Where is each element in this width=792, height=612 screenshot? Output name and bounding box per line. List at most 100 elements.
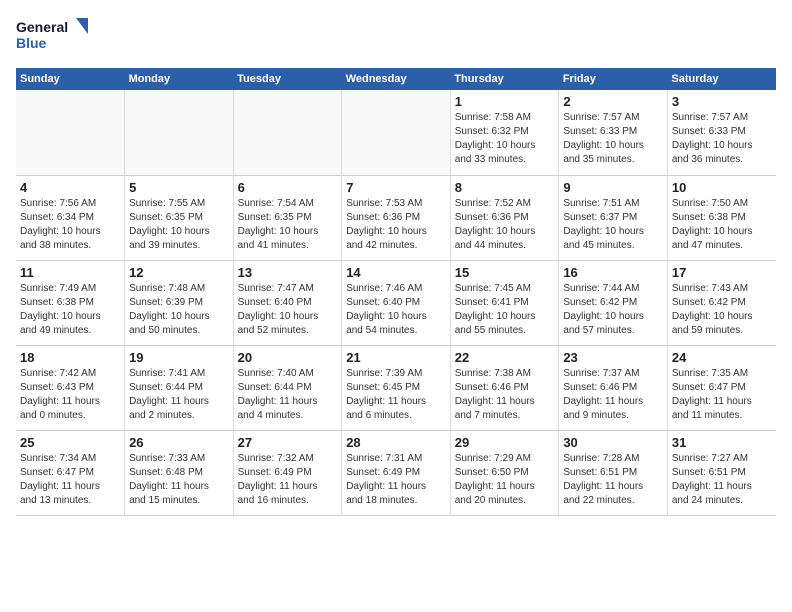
calendar-cell: 23 Sunrise: 7:37 AMSunset: 6:46 PMDayligh… bbox=[559, 345, 668, 430]
day-info: Sunrise: 7:51 AMSunset: 6:37 PMDaylight:… bbox=[563, 197, 663, 253]
calendar-cell: 10 Sunrise: 7:50 AMSunset: 6:38 PMDayligh… bbox=[667, 175, 776, 260]
day-number: 20 bbox=[238, 350, 338, 365]
calendar-cell bbox=[16, 90, 125, 175]
calendar-cell: 20Sunrise: 7:40 AMSunset: 6:44 PMDayligh… bbox=[233, 345, 342, 430]
day-info: Sunrise: 7:31 AMSunset: 6:49 PMDaylight:… bbox=[346, 452, 446, 508]
day-info: Sunrise: 7:47 AMSunset: 6:40 PMDaylight:… bbox=[238, 282, 338, 338]
logo-icon: GeneralBlue bbox=[16, 16, 96, 56]
day-info: Sunrise: 7:57 AMSunset: 6:33 PMDaylight:… bbox=[563, 111, 663, 167]
day-info: Sunrise: 7:50 AMSunset: 6:38 PMDaylight:… bbox=[672, 197, 772, 253]
day-info: Sunrise: 7:38 AMSunset: 6:46 PMDaylight:… bbox=[455, 367, 555, 423]
calendar-cell: 8 Sunrise: 7:52 AMSunset: 6:36 PMDaylight… bbox=[450, 175, 559, 260]
calendar-cell: 2 Sunrise: 7:57 AMSunset: 6:33 PMDaylight… bbox=[559, 90, 668, 175]
day-number: 21 bbox=[346, 350, 446, 365]
calendar-cell: 18Sunrise: 7:42 AMSunset: 6:43 PMDayligh… bbox=[16, 345, 125, 430]
day-number: 15 bbox=[455, 265, 555, 280]
day-number: 27 bbox=[238, 435, 338, 450]
day-info: Sunrise: 7:43 AMSunset: 6:42 PMDaylight:… bbox=[672, 282, 772, 338]
day-number: 2 bbox=[563, 94, 663, 109]
day-info: Sunrise: 7:32 AMSunset: 6:49 PMDaylight:… bbox=[238, 452, 338, 508]
calendar-cell bbox=[233, 90, 342, 175]
calendar-cell bbox=[125, 90, 234, 175]
day-info: Sunrise: 7:33 AMSunset: 6:48 PMDaylight:… bbox=[129, 452, 229, 508]
calendar-cell: 27 Sunrise: 7:32 AMSunset: 6:49 PMDayligh… bbox=[233, 430, 342, 515]
day-info: Sunrise: 7:29 AMSunset: 6:50 PMDaylight:… bbox=[455, 452, 555, 508]
week-row-4: 18Sunrise: 7:42 AMSunset: 6:43 PMDayligh… bbox=[16, 345, 776, 430]
day-number: 16 bbox=[563, 265, 663, 280]
calendar-cell: 25Sunrise: 7:34 AMSunset: 6:47 PMDayligh… bbox=[16, 430, 125, 515]
day-info: Sunrise: 7:48 AMSunset: 6:39 PMDaylight:… bbox=[129, 282, 229, 338]
header-day-friday: Friday bbox=[559, 68, 668, 90]
header-day-monday: Monday bbox=[125, 68, 234, 90]
calendar-cell: 3Sunrise: 7:57 AMSunset: 6:33 PMDaylight… bbox=[667, 90, 776, 175]
day-number: 11 bbox=[20, 265, 120, 280]
day-info: Sunrise: 7:27 AMSunset: 6:51 PMDaylight:… bbox=[672, 452, 772, 508]
calendar-cell: 4 Sunrise: 7:56 AMSunset: 6:34 PMDaylight… bbox=[16, 175, 125, 260]
calendar-cell: 7 Sunrise: 7:53 AMSunset: 6:36 PMDaylight… bbox=[342, 175, 451, 260]
day-number: 12 bbox=[129, 265, 229, 280]
calendar-cell: 28 Sunrise: 7:31 AMSunset: 6:49 PMDayligh… bbox=[342, 430, 451, 515]
day-number: 10 bbox=[672, 180, 772, 195]
day-info: Sunrise: 7:53 AMSunset: 6:36 PMDaylight:… bbox=[346, 197, 446, 253]
day-number: 9 bbox=[563, 180, 663, 195]
calendar-cell: 31Sunrise: 7:27 AMSunset: 6:51 PMDayligh… bbox=[667, 430, 776, 515]
calendar-cell: 6 Sunrise: 7:54 AMSunset: 6:35 PMDaylight… bbox=[233, 175, 342, 260]
day-info: Sunrise: 7:37 AMSunset: 6:46 PMDaylight:… bbox=[563, 367, 663, 423]
day-number: 24 bbox=[672, 350, 772, 365]
calendar-header: SundayMondayTuesdayWednesdayThursdayFrid… bbox=[16, 68, 776, 90]
calendar-cell: 30Sunrise: 7:28 AMSunset: 6:51 PMDayligh… bbox=[559, 430, 668, 515]
header-day-saturday: Saturday bbox=[667, 68, 776, 90]
day-number: 14 bbox=[346, 265, 446, 280]
header-day-tuesday: Tuesday bbox=[233, 68, 342, 90]
day-info: Sunrise: 7:54 AMSunset: 6:35 PMDaylight:… bbox=[238, 197, 338, 253]
day-number: 5 bbox=[129, 180, 229, 195]
day-number: 7 bbox=[346, 180, 446, 195]
day-info: Sunrise: 7:42 AMSunset: 6:43 PMDaylight:… bbox=[20, 367, 120, 423]
day-info: Sunrise: 7:49 AMSunset: 6:38 PMDaylight:… bbox=[20, 282, 120, 338]
calendar-table: SundayMondayTuesdayWednesdayThursdayFrid… bbox=[16, 68, 776, 516]
week-row-1: 1Sunrise: 7:58 AMSunset: 6:32 PMDaylight… bbox=[16, 90, 776, 175]
calendar-cell: 13 Sunrise: 7:47 AMSunset: 6:40 PMDayligh… bbox=[233, 260, 342, 345]
week-row-5: 25Sunrise: 7:34 AMSunset: 6:47 PMDayligh… bbox=[16, 430, 776, 515]
calendar-cell: 17 Sunrise: 7:43 AMSunset: 6:42 PMDayligh… bbox=[667, 260, 776, 345]
calendar-cell: 14Sunrise: 7:46 AMSunset: 6:40 PMDayligh… bbox=[342, 260, 451, 345]
day-number: 26 bbox=[129, 435, 229, 450]
day-number: 4 bbox=[20, 180, 120, 195]
day-number: 8 bbox=[455, 180, 555, 195]
calendar-cell: 16 Sunrise: 7:44 AMSunset: 6:42 PMDayligh… bbox=[559, 260, 668, 345]
header-day-thursday: Thursday bbox=[450, 68, 559, 90]
calendar-cell: 24 Sunrise: 7:35 AMSunset: 6:47 PMDayligh… bbox=[667, 345, 776, 430]
day-info: Sunrise: 7:56 AMSunset: 6:34 PMDaylight:… bbox=[20, 197, 120, 253]
calendar-cell: 11 Sunrise: 7:49 AMSunset: 6:38 PMDayligh… bbox=[16, 260, 125, 345]
calendar-cell: 29 Sunrise: 7:29 AMSunset: 6:50 PMDayligh… bbox=[450, 430, 559, 515]
svg-text:General: General bbox=[16, 19, 68, 35]
header-day-sunday: Sunday bbox=[16, 68, 125, 90]
day-number: 6 bbox=[238, 180, 338, 195]
day-info: Sunrise: 7:34 AMSunset: 6:47 PMDaylight:… bbox=[20, 452, 120, 508]
calendar-cell: 5 Sunrise: 7:55 AMSunset: 6:35 PMDaylight… bbox=[125, 175, 234, 260]
day-number: 19 bbox=[129, 350, 229, 365]
week-row-2: 4 Sunrise: 7:56 AMSunset: 6:34 PMDaylight… bbox=[16, 175, 776, 260]
calendar-cell: 22 Sunrise: 7:38 AMSunset: 6:46 PMDayligh… bbox=[450, 345, 559, 430]
week-row-3: 11 Sunrise: 7:49 AMSunset: 6:38 PMDayligh… bbox=[16, 260, 776, 345]
day-info: Sunrise: 7:44 AMSunset: 6:42 PMDaylight:… bbox=[563, 282, 663, 338]
header-day-wednesday: Wednesday bbox=[342, 68, 451, 90]
calendar-cell: 15Sunrise: 7:45 AMSunset: 6:41 PMDayligh… bbox=[450, 260, 559, 345]
page-header: GeneralBlue bbox=[16, 16, 776, 56]
calendar-cell: 12 Sunrise: 7:48 AMSunset: 6:39 PMDayligh… bbox=[125, 260, 234, 345]
day-number: 28 bbox=[346, 435, 446, 450]
calendar-cell: 19 Sunrise: 7:41 AMSunset: 6:44 PMDayligh… bbox=[125, 345, 234, 430]
day-number: 13 bbox=[238, 265, 338, 280]
day-number: 29 bbox=[455, 435, 555, 450]
day-number: 17 bbox=[672, 265, 772, 280]
day-info: Sunrise: 7:35 AMSunset: 6:47 PMDaylight:… bbox=[672, 367, 772, 423]
day-info: Sunrise: 7:41 AMSunset: 6:44 PMDaylight:… bbox=[129, 367, 229, 423]
day-number: 22 bbox=[455, 350, 555, 365]
day-info: Sunrise: 7:58 AMSunset: 6:32 PMDaylight:… bbox=[455, 111, 555, 167]
day-info: Sunrise: 7:55 AMSunset: 6:35 PMDaylight:… bbox=[129, 197, 229, 253]
day-info: Sunrise: 7:57 AMSunset: 6:33 PMDaylight:… bbox=[672, 111, 772, 167]
day-info: Sunrise: 7:52 AMSunset: 6:36 PMDaylight:… bbox=[455, 197, 555, 253]
day-info: Sunrise: 7:28 AMSunset: 6:51 PMDaylight:… bbox=[563, 452, 663, 508]
calendar-cell bbox=[342, 90, 451, 175]
day-number: 23 bbox=[563, 350, 663, 365]
